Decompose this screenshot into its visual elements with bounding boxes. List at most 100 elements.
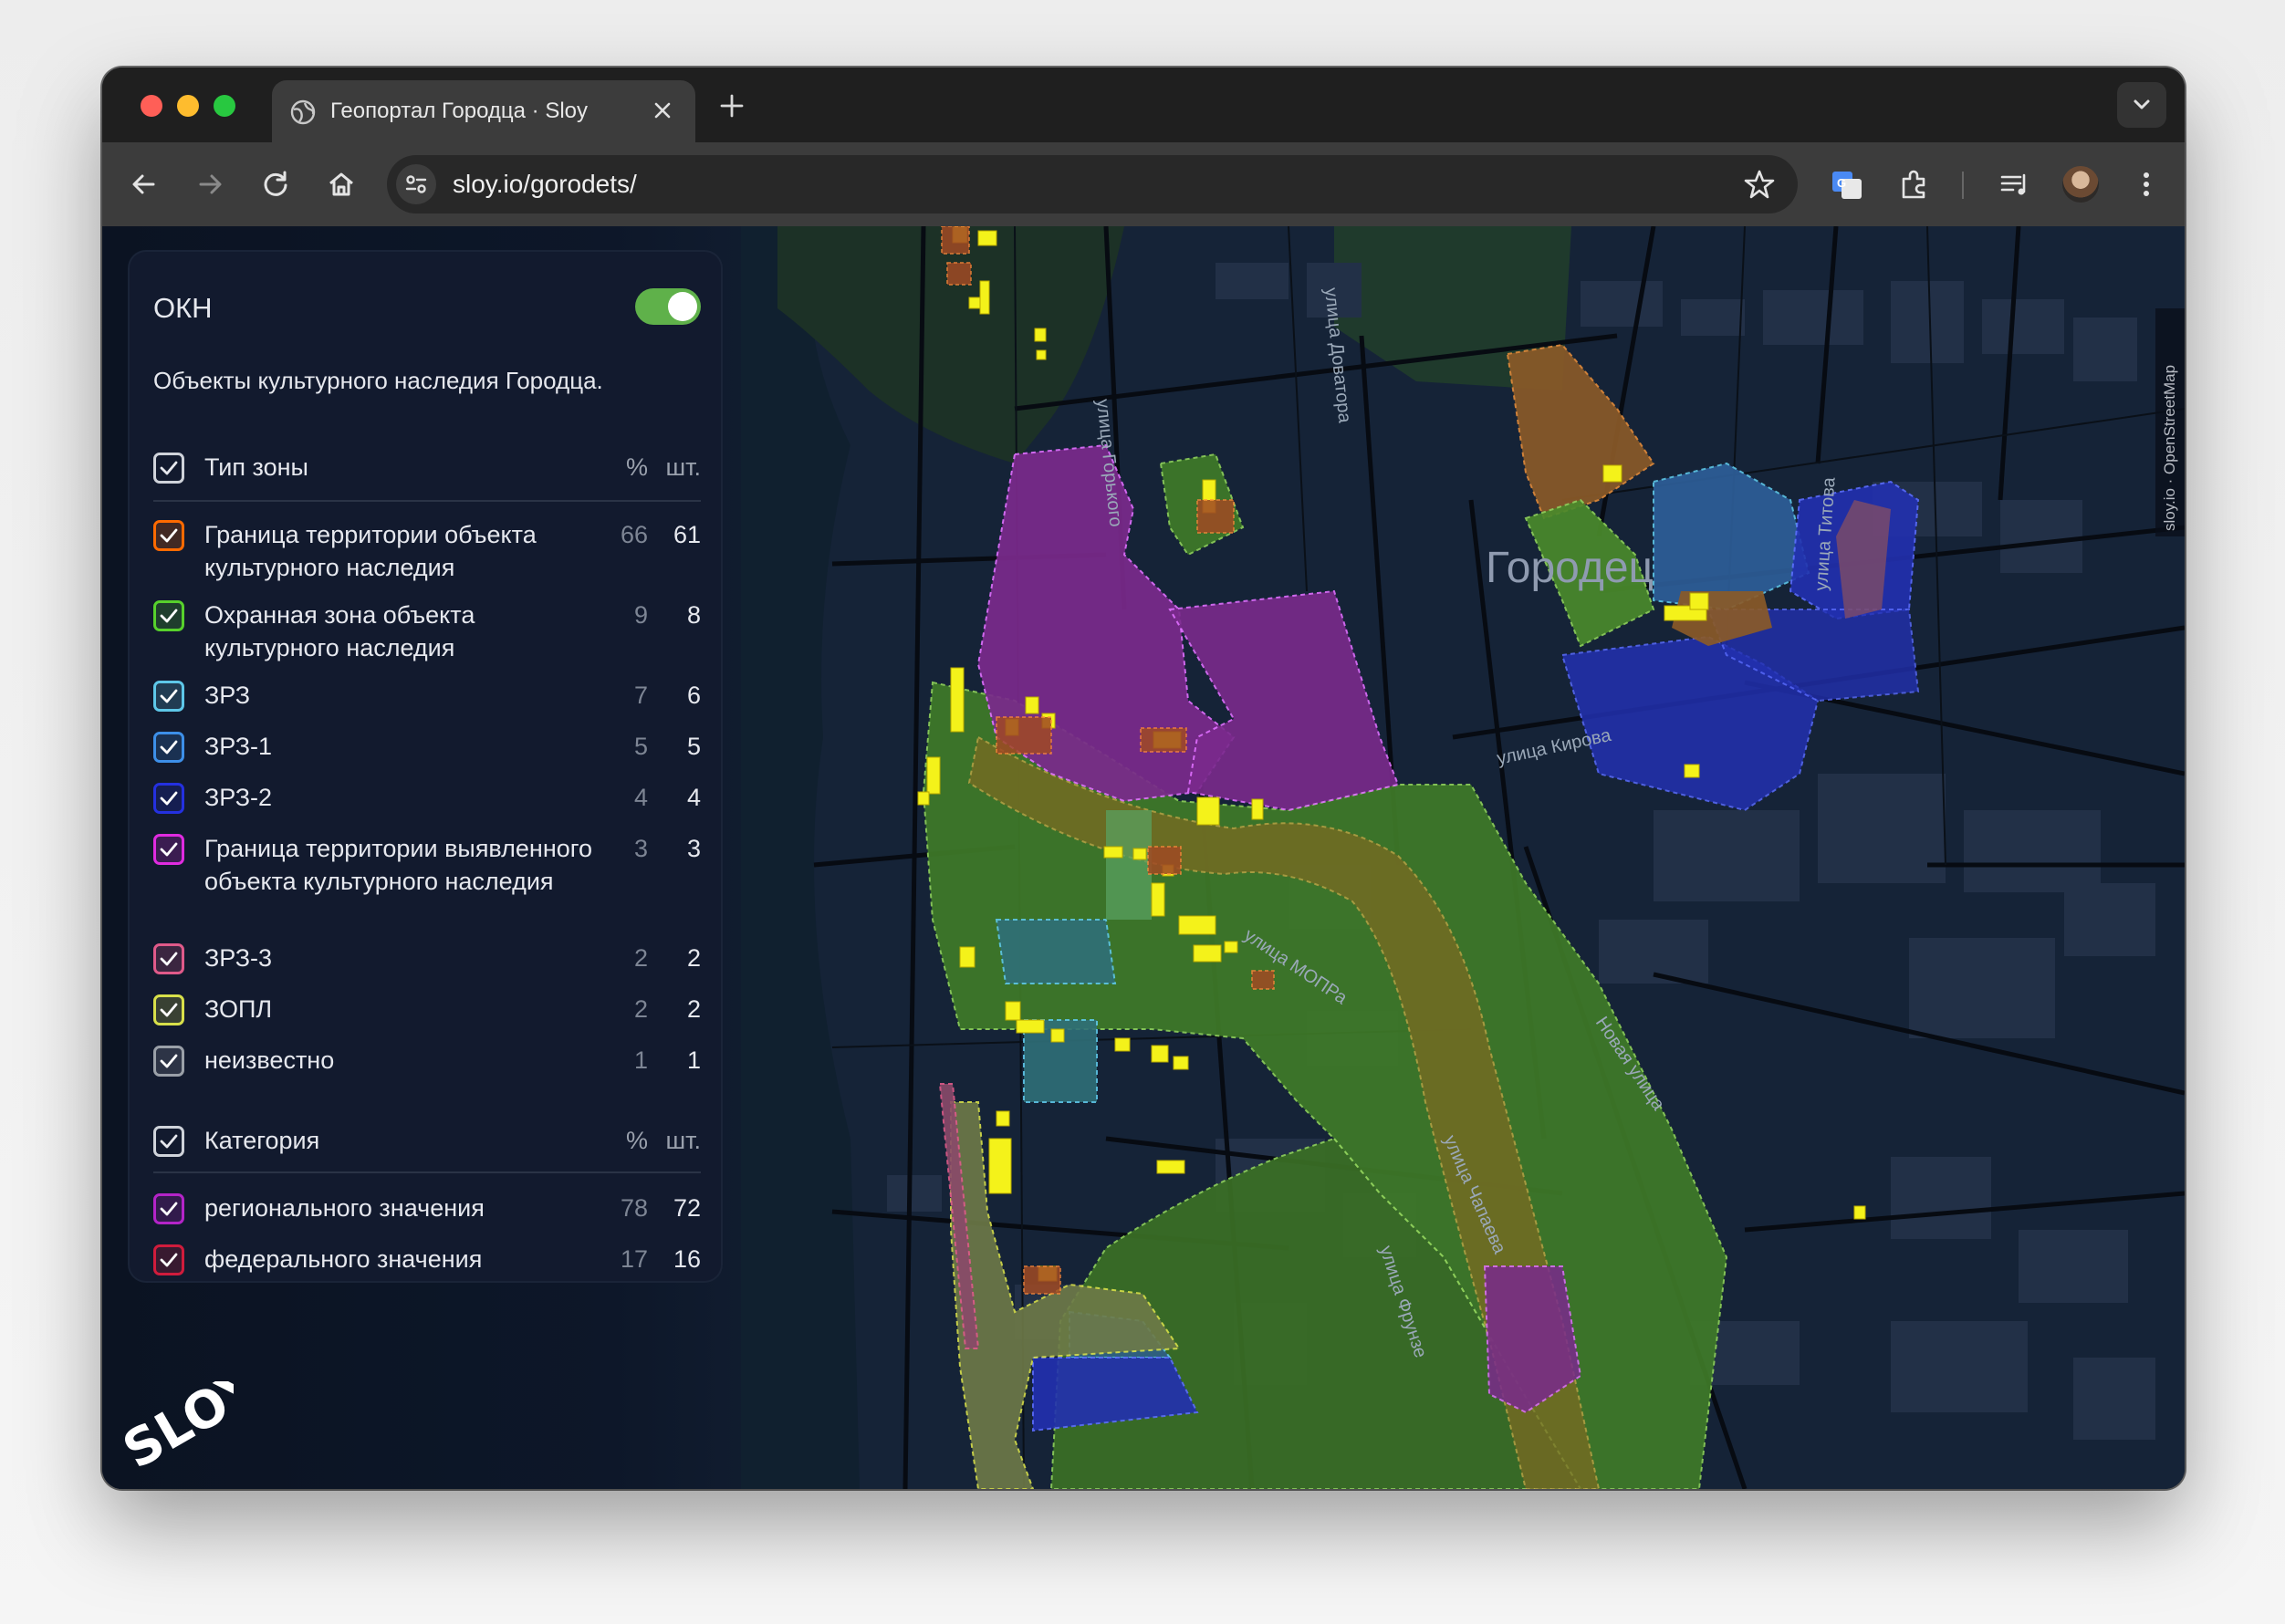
pct-header: % xyxy=(625,453,648,481)
globe-icon xyxy=(290,99,316,125)
browser-window: Геопортал Городца · Sloy sloy.io/gorodet… xyxy=(102,68,2185,1489)
count-header: шт. xyxy=(665,453,701,481)
pct-header: % xyxy=(625,1127,648,1154)
page-content: улица Горького улица Доватора улица Тито… xyxy=(102,226,2185,1489)
legend-count: 16 xyxy=(673,1245,701,1273)
media-controls-icon[interactable] xyxy=(1995,164,2035,204)
legend-percent: 17 xyxy=(620,1245,648,1273)
legend-checkbox[interactable] xyxy=(153,681,184,712)
legend-percent: 7 xyxy=(633,682,648,709)
toolbar-divider xyxy=(1962,172,1964,199)
checkmark-icon xyxy=(160,952,178,966)
legend-percent: 3 xyxy=(633,835,648,862)
count-header: шт. xyxy=(665,1127,701,1154)
legend-label: неизвестно xyxy=(204,1046,335,1074)
browser-toolbar: sloy.io/gorodets/ G xyxy=(102,142,2185,226)
legend-count: 72 xyxy=(673,1194,701,1222)
legend-checkbox[interactable] xyxy=(153,600,184,631)
legend-percent: 9 xyxy=(633,601,648,629)
legend-checkbox[interactable] xyxy=(153,732,184,763)
header-divider xyxy=(153,1171,701,1173)
legend-count: 1 xyxy=(686,1046,701,1074)
checkmark-icon xyxy=(160,609,178,623)
new-tab-icon[interactable] xyxy=(715,89,748,122)
zone-type-title: Тип зоны xyxy=(204,453,308,481)
legend-percent: 2 xyxy=(633,944,648,972)
legend-label: Охранная зона объекта культурного наслед… xyxy=(204,601,475,661)
tab-strip: Геопортал Городца · Sloy xyxy=(102,68,2185,142)
reload-icon[interactable] xyxy=(256,164,296,204)
legend-label: ЗРЗ-3 xyxy=(204,944,273,972)
category-checkbox[interactable] xyxy=(153,1126,184,1157)
zoom-window-button[interactable] xyxy=(214,95,235,117)
legend-checkbox[interactable] xyxy=(153,783,184,814)
legend-percent: 2 xyxy=(633,995,648,1023)
legend-count: 2 xyxy=(686,944,701,972)
url-text: sloy.io/gorodets/ xyxy=(453,170,637,198)
checkmark-icon xyxy=(160,1134,178,1149)
back-icon[interactable] xyxy=(124,164,164,204)
close-tab-icon[interactable] xyxy=(648,96,677,125)
bookmark-star-icon[interactable] xyxy=(1739,164,1779,204)
svg-text:G: G xyxy=(1837,176,1846,190)
legend-checkbox[interactable] xyxy=(153,943,184,974)
legend-label: ЗРЗ xyxy=(204,682,251,709)
minimize-window-button[interactable] xyxy=(177,95,199,117)
layer-description: Объекты культурного наследия Городца. xyxy=(153,367,603,394)
legend-percent: 78 xyxy=(620,1194,648,1222)
legend-label: федерального значения xyxy=(204,1245,483,1273)
legend-percent: 66 xyxy=(620,521,648,548)
checkmark-icon xyxy=(160,1054,178,1068)
address-bar[interactable]: sloy.io/gorodets/ xyxy=(387,155,1798,213)
legend-checkbox[interactable] xyxy=(153,1193,184,1224)
checkmark-icon xyxy=(160,740,178,755)
legend-checkbox[interactable] xyxy=(153,1244,184,1275)
legend-percent: 5 xyxy=(633,733,648,760)
chevron-down-icon xyxy=(2134,99,2150,109)
layer-panel: ОКН Объекты культурного наследия Городца… xyxy=(130,252,721,1281)
translate-icon[interactable]: G xyxy=(1827,164,1867,204)
legend-checkbox[interactable] xyxy=(153,994,184,1025)
legend-label: Граница территории объекта культурного н… xyxy=(204,521,537,581)
legend-count: 4 xyxy=(686,784,701,811)
checkmark-icon xyxy=(160,461,178,475)
svg-text:SLOY: SLOY xyxy=(115,1381,234,1473)
map-attribution[interactable]: sloy.io · OpenStreetMap xyxy=(2155,308,2185,536)
close-window-button[interactable] xyxy=(141,95,162,117)
category-title: Категория xyxy=(204,1127,320,1154)
legend-label: ЗРЗ-2 xyxy=(204,784,273,811)
city-label: Городец xyxy=(1486,544,1654,592)
legend-label: ЗРЗ-1 xyxy=(204,733,273,760)
legend-label: ЗОПЛ xyxy=(204,995,273,1023)
active-tab[interactable]: Геопортал Городца · Sloy xyxy=(272,80,695,142)
checkmark-icon xyxy=(160,1253,178,1267)
checkmark-icon xyxy=(160,528,178,543)
header-divider xyxy=(153,500,701,502)
checkmark-icon xyxy=(160,791,178,806)
legend-checkbox[interactable] xyxy=(153,834,184,865)
more-menu-icon[interactable] xyxy=(2126,164,2166,204)
legend-checkbox[interactable] xyxy=(153,520,184,551)
sloy-logo[interactable]: SLOY xyxy=(115,1381,234,1473)
legend-checkbox[interactable] xyxy=(153,1046,184,1077)
profile-avatar[interactable] xyxy=(2062,166,2099,203)
legend-count: 5 xyxy=(686,733,701,760)
checkmark-icon xyxy=(160,1003,178,1017)
legend-count: 8 xyxy=(686,601,701,629)
legend-count: 3 xyxy=(686,835,701,862)
home-icon[interactable] xyxy=(321,164,361,204)
site-info-icon[interactable] xyxy=(396,164,436,204)
legend-count: 2 xyxy=(686,995,701,1023)
forward-icon[interactable] xyxy=(190,164,230,204)
legend-count: 6 xyxy=(686,682,701,709)
legend-percent: 1 xyxy=(633,1046,648,1074)
tab-title: Геопортал Городца · Sloy xyxy=(330,99,589,123)
checkmark-icon xyxy=(160,689,178,703)
checkmark-icon xyxy=(160,1202,178,1216)
extensions-icon[interactable] xyxy=(1894,164,1935,204)
layer-title: ОКН xyxy=(153,292,213,324)
layer-visibility-toggle[interactable] xyxy=(635,288,701,325)
zone-type-checkbox[interactable] xyxy=(153,453,184,484)
tab-search-button[interactable] xyxy=(2117,82,2166,128)
legend-percent: 4 xyxy=(633,784,648,811)
